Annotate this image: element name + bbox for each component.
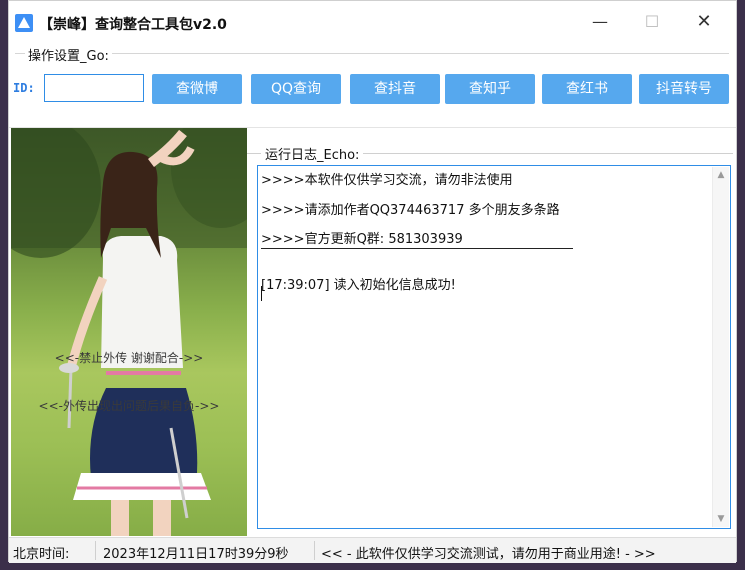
weibo-query-button[interactable]: 查微博: [152, 74, 242, 104]
minimize-button[interactable]: —: [574, 1, 626, 43]
close-button[interactable]: ✕: [678, 1, 730, 43]
id-label: ID:: [13, 81, 35, 95]
status-divider: [95, 541, 96, 560]
status-divider: [314, 541, 315, 560]
status-bar: 北京时间: 2023年12月11日17时39分9秒 << - 此软件仅供学习交流…: [9, 537, 736, 563]
xiaohongshu-query-button[interactable]: 查红书: [542, 74, 632, 104]
douyin-query-button[interactable]: 查抖音: [350, 74, 440, 104]
promo-image: <<-禁止外传 谢谢配合->> <<-外传出现出问题后果自负->>: [11, 128, 247, 536]
log-line: >>>>本软件仅供学习交流，请勿非法使用: [261, 173, 513, 188]
settings-group-label: 操作设置_Go:: [25, 45, 112, 64]
app-window: 【崇峰】查询整合工具包v2.0 — ☐ ✕ 操作设置_Go: ID: 查微博 Q…: [8, 0, 737, 563]
settings-group-border: [15, 53, 729, 54]
scroll-up-icon[interactable]: ▲: [713, 167, 729, 183]
scroll-down-icon[interactable]: ▼: [713, 511, 729, 527]
usage-notice: << - 此软件仅供学习交流测试，请勿用于商业用途! - >>: [321, 547, 656, 562]
window-title: 【崇峰】查询整合工具包v2.0: [39, 17, 227, 33]
no-share-warning: <<-禁止外传 谢谢配合->>: [54, 351, 204, 365]
log-group-label: 运行日志_Echo:: [261, 144, 364, 163]
log-line: >>>>请添加作者QQ374463717 多个朋友多条路: [261, 203, 560, 218]
log-scrollbar[interactable]: ▲ ▼: [712, 167, 729, 527]
title-bar[interactable]: 【崇峰】查询整合工具包v2.0 — ☐ ✕: [9, 1, 736, 43]
current-datetime: 2023年12月11日17时39分9秒: [103, 547, 289, 562]
golfer-illustration: [11, 128, 247, 536]
app-icon: [15, 14, 33, 32]
qq-query-button[interactable]: QQ查询: [251, 74, 341, 104]
time-label: 北京时间:: [13, 547, 70, 562]
text-caret: [261, 286, 262, 301]
log-textarea[interactable]: >>>>本软件仅供学习交流，请勿非法使用 >>>>请添加作者QQ37446371…: [257, 165, 731, 529]
maximize-button[interactable]: ☐: [626, 1, 678, 43]
douyin-convert-button[interactable]: 抖音转号: [639, 74, 729, 104]
liability-warning: <<-外传出现出问题后果自负->>: [38, 399, 220, 413]
settings-group: 操作设置_Go: ID: 查微博 QQ查询 查抖音 查知乎 查红书 抖音转号: [11, 43, 733, 127]
log-line: [17:39:07] 读入初始化信息成功!: [261, 278, 456, 293]
log-divider: [261, 248, 573, 249]
log-group: 运行日志_Echo: >>>>本软件仅供学习交流，请勿非法使用 >>>>请添加作…: [247, 139, 735, 535]
log-line: >>>>官方更新Q群: 581303939: [261, 232, 463, 247]
id-input[interactable]: [44, 74, 144, 102]
zhihu-query-button[interactable]: 查知乎: [445, 74, 535, 104]
